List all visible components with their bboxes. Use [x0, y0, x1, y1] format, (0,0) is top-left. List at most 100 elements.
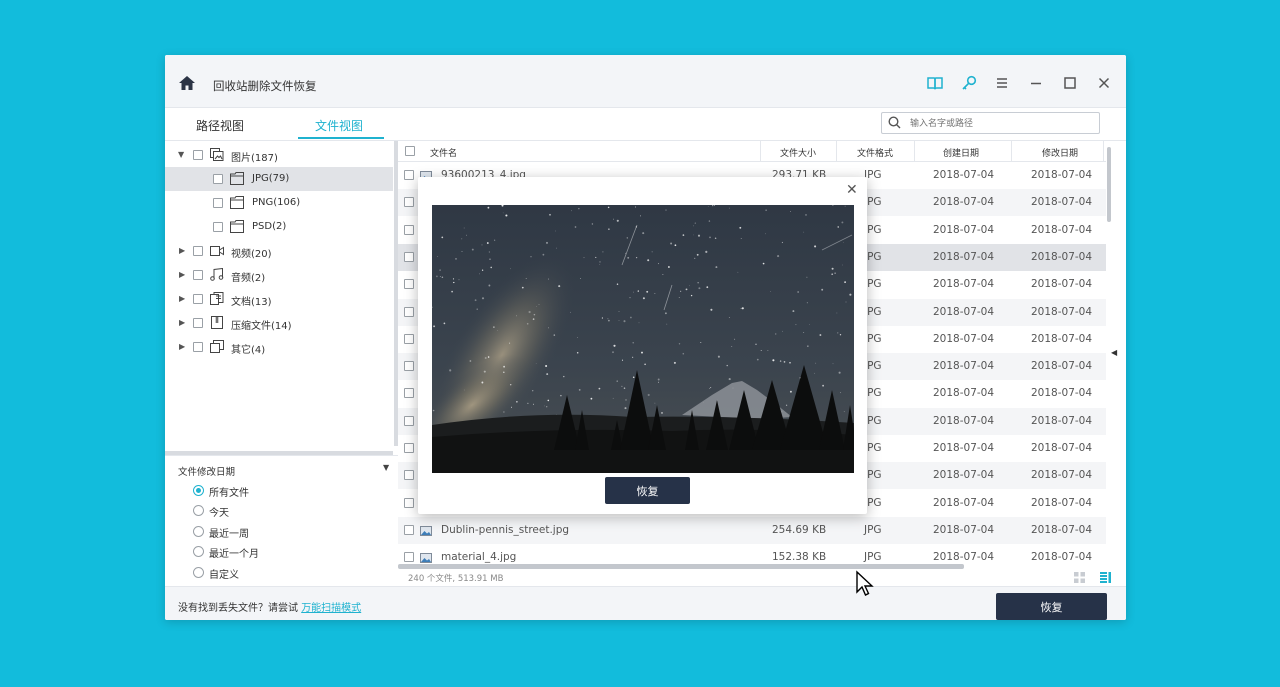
created-date: 2018-07-04	[933, 523, 995, 536]
file-format: JPG	[864, 551, 882, 564]
tree-item-audio[interactable]: ▶ 音频(2)	[165, 263, 393, 287]
collapse-panel-icon[interactable]: ◀	[1111, 348, 1117, 357]
expand-right-icon[interactable]: ▶	[179, 270, 185, 279]
minimize-icon[interactable]	[1028, 75, 1044, 91]
radio-button[interactable]	[193, 526, 204, 537]
expand-right-icon[interactable]: ▶	[179, 294, 185, 303]
tree-item-png[interactable]: PNG(106)	[165, 191, 393, 215]
bottom-bar: 没有找到丢失文件？请尝试 万能扫描模式 恢复	[165, 586, 1126, 620]
radio-button[interactable]	[193, 505, 204, 516]
row-checkbox[interactable]	[404, 333, 414, 344]
tab-path-view[interactable]: 路径视图	[196, 117, 244, 134]
radio-label: 今天	[209, 508, 229, 519]
row-checkbox[interactable]	[404, 279, 414, 290]
created-date: 2018-07-04	[933, 332, 995, 345]
row-checkbox[interactable]	[404, 552, 414, 563]
row-checkbox[interactable]	[404, 197, 414, 208]
checkbox[interactable]	[213, 198, 223, 208]
row-checkbox[interactable]	[404, 251, 414, 262]
tab-file-view[interactable]: 文件视图	[315, 117, 363, 134]
checkbox[interactable]	[213, 222, 223, 232]
row-checkbox[interactable]	[404, 497, 414, 508]
checkbox[interactable]	[193, 318, 203, 328]
tree-item-other[interactable]: ▶ 其它(4)	[165, 335, 393, 359]
expand-right-icon[interactable]: ▶	[179, 342, 185, 351]
created-date: 2018-07-04	[933, 169, 995, 181]
home-icon[interactable]	[179, 76, 195, 90]
modified-date: 2018-07-04	[1031, 387, 1093, 400]
modified-date: 2018-07-04	[1031, 414, 1093, 427]
select-all-checkbox[interactable]	[405, 146, 415, 156]
grid-view-icon[interactable]	[1074, 572, 1085, 583]
checkbox[interactable]	[193, 294, 203, 304]
checkbox[interactable]	[193, 342, 203, 352]
tree-item-videos[interactable]: ▶ 视频(20)	[165, 239, 393, 263]
radio-button[interactable]	[193, 485, 204, 496]
radio-button[interactable]	[193, 546, 204, 557]
file-size: 254.69 KB	[772, 523, 827, 536]
created-date: 2018-07-04	[933, 387, 995, 400]
row-checkbox[interactable]	[404, 415, 414, 426]
column-header-format[interactable]: 文件格式	[857, 146, 893, 159]
view-tabs: 路径视图 文件视图	[165, 108, 1126, 141]
checkbox[interactable]	[193, 270, 203, 280]
tree-item-psd[interactable]: PSD(2)	[165, 215, 393, 239]
folder-icon	[230, 172, 244, 185]
filter-title: 文件修改日期	[178, 467, 236, 478]
column-divider	[914, 141, 915, 161]
list-view-icon[interactable]	[1100, 572, 1111, 583]
status-bar: 240 个文件, 513.91 MB	[398, 569, 1126, 585]
column-divider	[1011, 141, 1012, 161]
modified-date: 2018-07-04	[1031, 551, 1093, 564]
starry-sky-photo	[432, 205, 854, 473]
expand-down-icon[interactable]: ▼	[178, 150, 184, 159]
close-icon[interactable]	[1096, 75, 1112, 91]
row-checkbox[interactable]	[404, 470, 414, 481]
menu-icon[interactable]	[994, 75, 1010, 91]
row-checkbox[interactable]	[404, 170, 414, 180]
other-icon	[210, 340, 224, 353]
search-box[interactable]	[881, 112, 1100, 134]
tree-item-label: JPG(79)	[252, 173, 290, 184]
expand-right-icon[interactable]: ▶	[179, 246, 185, 255]
table-row[interactable]: Dublin-pennis_street.jpg 254.69 KB JPG 2018…	[398, 516, 1106, 544]
table-vertical-scrollbar[interactable]	[1107, 147, 1111, 222]
recover-button[interactable]: 恢复	[996, 593, 1107, 620]
close-icon[interactable]: ✕	[846, 183, 858, 197]
title-bar: 回收站删除文件恢复	[165, 55, 1126, 108]
book-icon[interactable]	[927, 75, 943, 91]
modified-date: 2018-07-04	[1031, 196, 1093, 209]
created-date: 2018-07-04	[933, 196, 995, 209]
tree-item-images[interactable]: ▼ 图片(187)	[165, 143, 393, 167]
file-size: 152.38 KB	[772, 551, 827, 564]
deep-scan-link[interactable]: 万能扫描模式	[301, 603, 361, 614]
key-icon[interactable]	[961, 75, 977, 91]
row-checkbox[interactable]	[404, 524, 414, 535]
preview-recover-button[interactable]: 恢复	[605, 477, 690, 504]
tree-item-documents[interactable]: ▶ 文档(13)	[165, 287, 393, 311]
created-date: 2018-07-04	[933, 250, 995, 263]
column-header-created[interactable]: 创建日期	[943, 146, 979, 159]
row-checkbox[interactable]	[404, 388, 414, 399]
expand-right-icon[interactable]: ▶	[179, 318, 185, 327]
checkbox[interactable]	[193, 246, 203, 256]
checkbox[interactable]	[193, 150, 203, 160]
column-header-modified[interactable]: 修改日期	[1042, 146, 1078, 159]
chevron-down-icon[interactable]: ▼	[383, 463, 389, 472]
column-header-size[interactable]: 文件大小	[780, 146, 816, 159]
column-divider	[760, 141, 761, 161]
tree-item-archives[interactable]: ▶ 压缩文件(14)	[165, 311, 393, 335]
radio-button[interactable]	[193, 567, 204, 578]
radio-label: 自定义	[209, 570, 239, 581]
search-input[interactable]	[908, 115, 1097, 132]
row-checkbox[interactable]	[404, 306, 414, 317]
maximize-icon[interactable]	[1062, 75, 1078, 91]
mouse-cursor-icon	[856, 570, 874, 596]
preview-image	[432, 205, 854, 473]
row-checkbox[interactable]	[404, 224, 414, 235]
row-checkbox[interactable]	[404, 361, 414, 372]
tree-item-jpg[interactable]: JPG(79)	[165, 167, 393, 191]
row-checkbox[interactable]	[404, 443, 414, 453]
checkbox[interactable]	[213, 174, 223, 184]
column-header-name[interactable]: 文件名	[430, 146, 457, 159]
